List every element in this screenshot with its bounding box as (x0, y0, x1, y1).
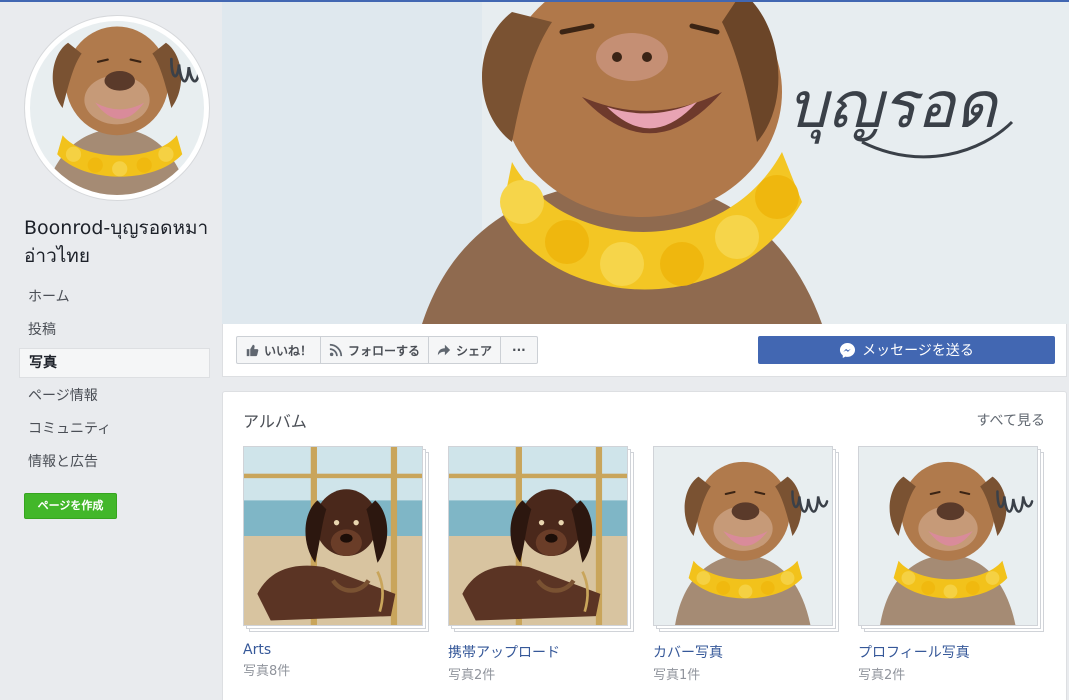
sidebar-item-home[interactable]: ホーム (19, 282, 210, 312)
album-name[interactable]: カバー写真 (653, 642, 843, 662)
album-card[interactable]: Arts 写真8件 (243, 446, 433, 679)
like-label: いいね！ (264, 343, 313, 358)
cover-photo[interactable]: บุญรอด (222, 2, 1069, 324)
follow-button[interactable]: フォローする (320, 336, 430, 364)
album-card[interactable]: 携帯アップロード 写真2件 (448, 446, 638, 683)
share-label: シェア (456, 343, 493, 358)
sidebar: Boonrod-บุญรอดหมาอ่าวไทย ホーム 投稿 写真 ページ情報… (0, 0, 222, 700)
album-name[interactable]: Arts (243, 642, 433, 658)
smiling-dog-painting (654, 447, 832, 625)
album-thumbnail-stack[interactable] (243, 446, 429, 632)
album-count: 写真8件 (243, 664, 291, 679)
album-thumbnail-stack[interactable] (653, 446, 839, 632)
cover-painting: บุญรอด (222, 2, 1069, 324)
messenger-icon (840, 342, 856, 358)
action-button-group: いいね！ フォローする シェア ··· (236, 336, 538, 364)
like-button[interactable]: いいね！ (236, 336, 322, 364)
profile-picture[interactable] (25, 16, 209, 200)
ellipsis-icon: ··· (512, 343, 526, 357)
share-button[interactable]: シェア (428, 336, 502, 364)
sidebar-item-about[interactable]: ページ情報 (19, 381, 210, 411)
album-count: 写真1件 (653, 668, 701, 683)
share-arrow-icon (437, 344, 451, 356)
rss-icon (329, 343, 343, 357)
send-message-button[interactable]: メッセージを送る (758, 336, 1055, 364)
smiling-dog-painting (859, 447, 1037, 625)
albums-section: アルバム すべて見る Arts 写真8件 携帯アップロード 写真2件 カバー写真… (222, 391, 1067, 700)
album-name[interactable]: プロフィール写真 (858, 642, 1048, 662)
album-count: 写真2件 (448, 668, 496, 683)
album-card[interactable]: プロフィール写真 写真2件 (858, 446, 1048, 683)
sidebar-item-photos[interactable]: 写真 (19, 348, 210, 378)
thumbs-up-icon (246, 344, 259, 357)
album-card[interactable]: カバー写真 写真1件 (653, 446, 843, 683)
profile-painting (30, 21, 204, 195)
page-title[interactable]: Boonrod-บุญรอดหมาอ่าวไทย (24, 214, 216, 270)
album-count: 写真2件 (858, 668, 906, 683)
send-message-label: メッセージを送る (862, 343, 974, 359)
album-name[interactable]: 携帯アップロード (448, 642, 638, 662)
create-page-button[interactable]: ページを作成 (24, 493, 117, 519)
cover-signature: บุญรอด (787, 69, 1000, 144)
page-action-bar: いいね！ フォローする シェア ··· メッセージを送る (222, 324, 1067, 377)
more-options-button[interactable]: ··· (500, 336, 538, 364)
smiling-dog-painting (30, 21, 204, 195)
follow-label: フォローする (348, 343, 421, 358)
album-thumbnail-stack[interactable] (858, 446, 1044, 632)
sidebar-item-community[interactable]: コミュニティ (19, 414, 210, 444)
sidebar-item-posts[interactable]: 投稿 (19, 315, 210, 345)
sidebar-item-info-and-ads[interactable]: 情報と広告 (19, 447, 210, 477)
sidebar-nav: ホーム 投稿 写真 ページ情報 コミュニティ 情報と広告 (19, 282, 210, 480)
album-thumbnail-stack[interactable] (448, 446, 634, 632)
albums-title: アルバム (243, 412, 307, 431)
see-all-link[interactable]: すべて見る (977, 410, 1045, 430)
brown-dog-painting (449, 447, 627, 625)
brown-dog-painting (244, 447, 422, 625)
